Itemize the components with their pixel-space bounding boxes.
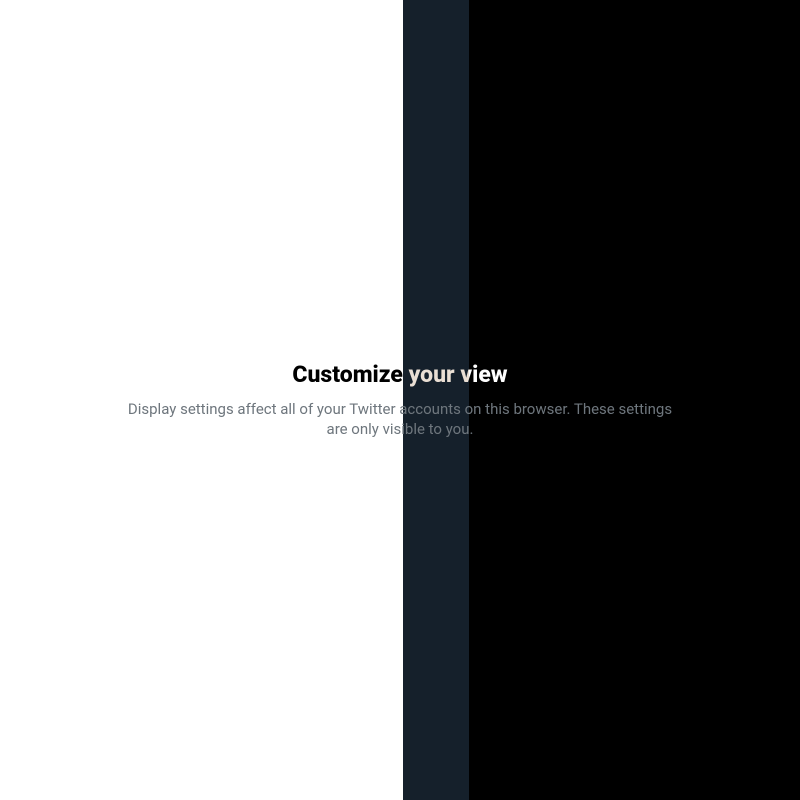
- page-subtitle: Display settings affect all of your Twit…: [120, 399, 680, 439]
- page-title: Customize your view: [292, 361, 507, 389]
- customize-view-content: Customize your view Display settings aff…: [0, 0, 800, 800]
